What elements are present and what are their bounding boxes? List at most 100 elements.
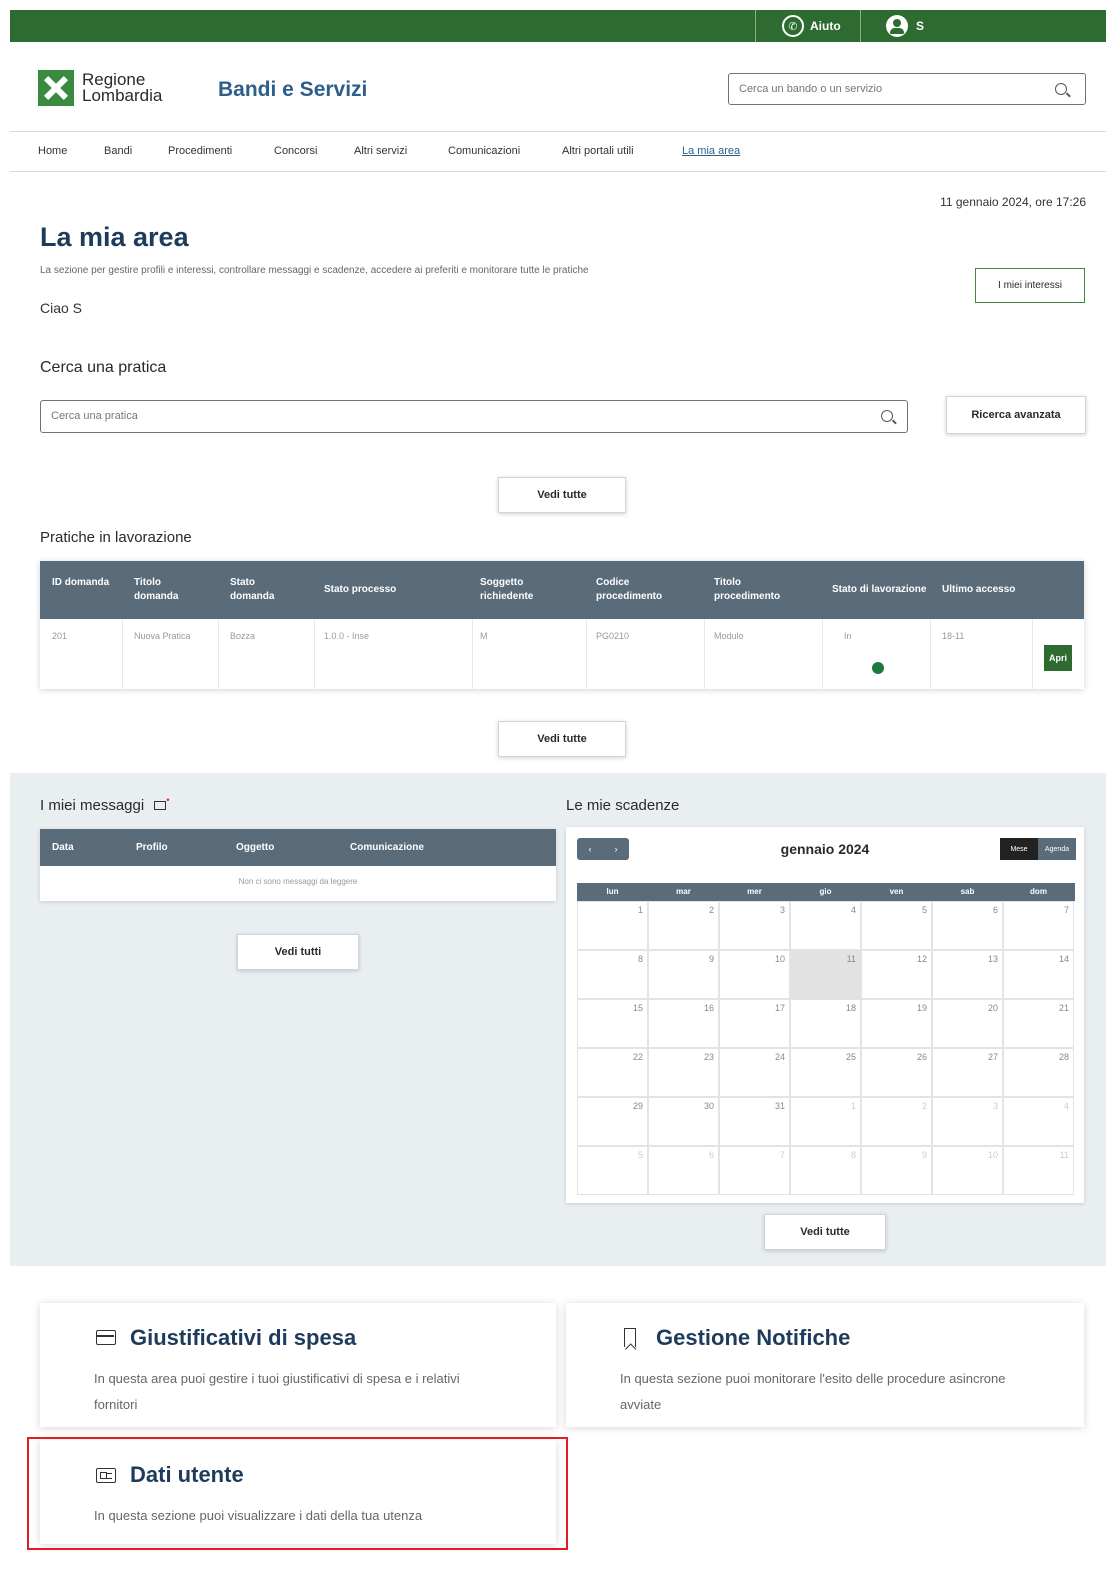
- col-codice[interactable]: Codice procedimento: [596, 576, 686, 604]
- calendar-day[interactable]: 16: [648, 999, 719, 1048]
- view-month-button[interactable]: Mese: [1000, 838, 1038, 860]
- calendar-day[interactable]: 3: [932, 1097, 1003, 1146]
- card-giustificativi[interactable]: Giustificativi di spesa In questa area p…: [40, 1303, 556, 1427]
- calendar-day[interactable]: 5: [861, 901, 932, 950]
- calendar-day[interactable]: 25: [790, 1048, 861, 1097]
- calendar-day[interactable]: 7: [719, 1146, 790, 1195]
- logo[interactable]: Regione Lombardia: [38, 70, 162, 106]
- calendar-day[interactable]: 30: [648, 1097, 719, 1146]
- nav-home[interactable]: Home: [38, 145, 67, 157]
- col-oggetto[interactable]: Oggetto: [236, 842, 274, 853]
- calendar-day-number: 3: [779, 905, 785, 915]
- pratica-search-input[interactable]: Cerca una pratica: [40, 400, 908, 433]
- calendar-prev-icon[interactable]: ‹: [589, 844, 592, 854]
- nav-comunicazioni[interactable]: Comunicazioni: [448, 145, 520, 157]
- calendar-day[interactable]: 1: [790, 1097, 861, 1146]
- nav-bandi[interactable]: Bandi: [104, 145, 132, 157]
- card-title[interactable]: Giustificativi di spesa: [130, 1325, 356, 1351]
- calendar-day[interactable]: 12: [861, 950, 932, 999]
- search-icon[interactable]: [881, 410, 893, 422]
- calendar-day[interactable]: 9: [648, 950, 719, 999]
- col-ultimo-accesso[interactable]: Ultimo accesso: [942, 583, 1032, 597]
- col-data[interactable]: Data: [52, 842, 74, 853]
- calendar-day-number: 10: [987, 1150, 998, 1160]
- page-title: La mia area: [40, 222, 189, 252]
- calendar-day[interactable]: 5: [577, 1146, 648, 1195]
- view-all-search-button[interactable]: Vedi tutte: [498, 477, 626, 513]
- calendar-day[interactable]: 24: [719, 1048, 790, 1097]
- view-all-pratiche-button[interactable]: Vedi tutte: [498, 721, 626, 757]
- calendar-day[interactable]: 6: [932, 901, 1003, 950]
- calendar-day[interactable]: 17: [719, 999, 790, 1048]
- calendar-day[interactable]: 6: [648, 1146, 719, 1195]
- calendar-day[interactable]: 8: [790, 1146, 861, 1195]
- calendar-day[interactable]: 4: [1003, 1097, 1074, 1146]
- calendar-day[interactable]: 22: [577, 1048, 648, 1097]
- col-titolo-proc[interactable]: Titolo procedimento: [714, 576, 804, 604]
- calendar-day[interactable]: 19: [861, 999, 932, 1048]
- col-profilo[interactable]: Profilo: [136, 842, 168, 853]
- deadlines-heading: Le mie scadenze: [566, 797, 680, 814]
- header-search-input[interactable]: Cerca un bando o un servizio: [728, 73, 1086, 105]
- calendar-day[interactable]: 28: [1003, 1048, 1074, 1097]
- calendar-day[interactable]: 31: [719, 1097, 790, 1146]
- calendar-day[interactable]: 14: [1003, 950, 1074, 999]
- calendar-day[interactable]: 21: [1003, 999, 1074, 1048]
- calendar-day[interactable]: 13: [932, 950, 1003, 999]
- calendar-day[interactable]: 18: [790, 999, 861, 1048]
- calendar-day[interactable]: 20: [932, 999, 1003, 1048]
- help-link[interactable]: ✆ Aiuto: [782, 15, 841, 37]
- nav-concorsi[interactable]: Concorsi: [274, 145, 317, 157]
- search-icon[interactable]: [1055, 83, 1067, 95]
- weekday-label: lun: [606, 887, 619, 896]
- col-comunicazione[interactable]: Comunicazione: [350, 842, 424, 853]
- calendar-day[interactable]: 7: [1003, 901, 1074, 950]
- col-soggetto[interactable]: Soggetto richiedente: [480, 576, 570, 604]
- open-button[interactable]: Apri: [1044, 645, 1072, 671]
- calendar-day[interactable]: 27: [932, 1048, 1003, 1097]
- calendar-day[interactable]: 4: [790, 901, 861, 950]
- cell-divider: [586, 619, 587, 689]
- view-all-messages-button[interactable]: Vedi tutti: [237, 934, 359, 970]
- weekday-label: ven: [889, 887, 904, 896]
- calendar-day[interactable]: 26: [861, 1048, 932, 1097]
- col-stato-lavorazione[interactable]: Stato di lavorazione: [832, 583, 932, 597]
- calendar-day[interactable]: 2: [648, 901, 719, 950]
- calendar-day[interactable]: 11: [1003, 1146, 1074, 1195]
- view-all-deadlines-button[interactable]: Vedi tutte: [764, 1214, 886, 1250]
- calendar-day[interactable]: 10: [932, 1146, 1003, 1195]
- calendar-day[interactable]: 3: [719, 901, 790, 950]
- calendar-day[interactable]: 1: [577, 901, 648, 950]
- col-titolo[interactable]: Titolo domanda: [134, 576, 204, 604]
- calendar-day-number: 5: [921, 905, 927, 915]
- cell-codice: PG0210: [596, 631, 630, 641]
- advanced-search-button[interactable]: Ricerca avanzata: [946, 396, 1086, 434]
- calendar-day[interactable]: 9: [861, 1146, 932, 1195]
- calendar-day[interactable]: 11: [790, 950, 861, 999]
- user-menu[interactable]: S: [886, 15, 924, 37]
- card-title[interactable]: Gestione Notifiche: [656, 1325, 850, 1351]
- col-stato-processo[interactable]: Stato processo: [324, 583, 454, 597]
- calendar-day[interactable]: 2: [861, 1097, 932, 1146]
- calendar-day[interactable]: 8: [577, 950, 648, 999]
- nav-altri-servizi[interactable]: Altri servizi: [354, 145, 407, 157]
- calendar-day-number: 26: [916, 1052, 927, 1062]
- site-title[interactable]: Bandi e Servizi: [218, 78, 367, 102]
- nav-la-mia-area[interactable]: La mia area: [682, 145, 740, 157]
- bookmark-icon: [624, 1328, 636, 1347]
- col-stato-domanda[interactable]: Stato domanda: [230, 576, 300, 604]
- cell-divider: [704, 619, 705, 689]
- col-id[interactable]: ID domanda: [52, 576, 112, 590]
- user-label: S: [916, 19, 925, 33]
- calendar-next-icon[interactable]: ›: [615, 844, 618, 854]
- card-notifiche[interactable]: Gestione Notifiche In questa sezione puo…: [566, 1303, 1084, 1427]
- calendar-day[interactable]: 23: [648, 1048, 719, 1097]
- nav-altri-portali[interactable]: Altri portali utili: [562, 145, 634, 157]
- view-agenda-button[interactable]: Agenda: [1038, 838, 1076, 860]
- calendar: gennaio 2024 ‹ › Mese Agenda lun mar mer gi…: [566, 827, 1084, 1203]
- calendar-day[interactable]: 29: [577, 1097, 648, 1146]
- interests-button[interactable]: I miei interessi: [975, 268, 1085, 303]
- calendar-day[interactable]: 15: [577, 999, 648, 1048]
- calendar-day[interactable]: 10: [719, 950, 790, 999]
- nav-procedimenti[interactable]: Procedimenti: [168, 145, 232, 157]
